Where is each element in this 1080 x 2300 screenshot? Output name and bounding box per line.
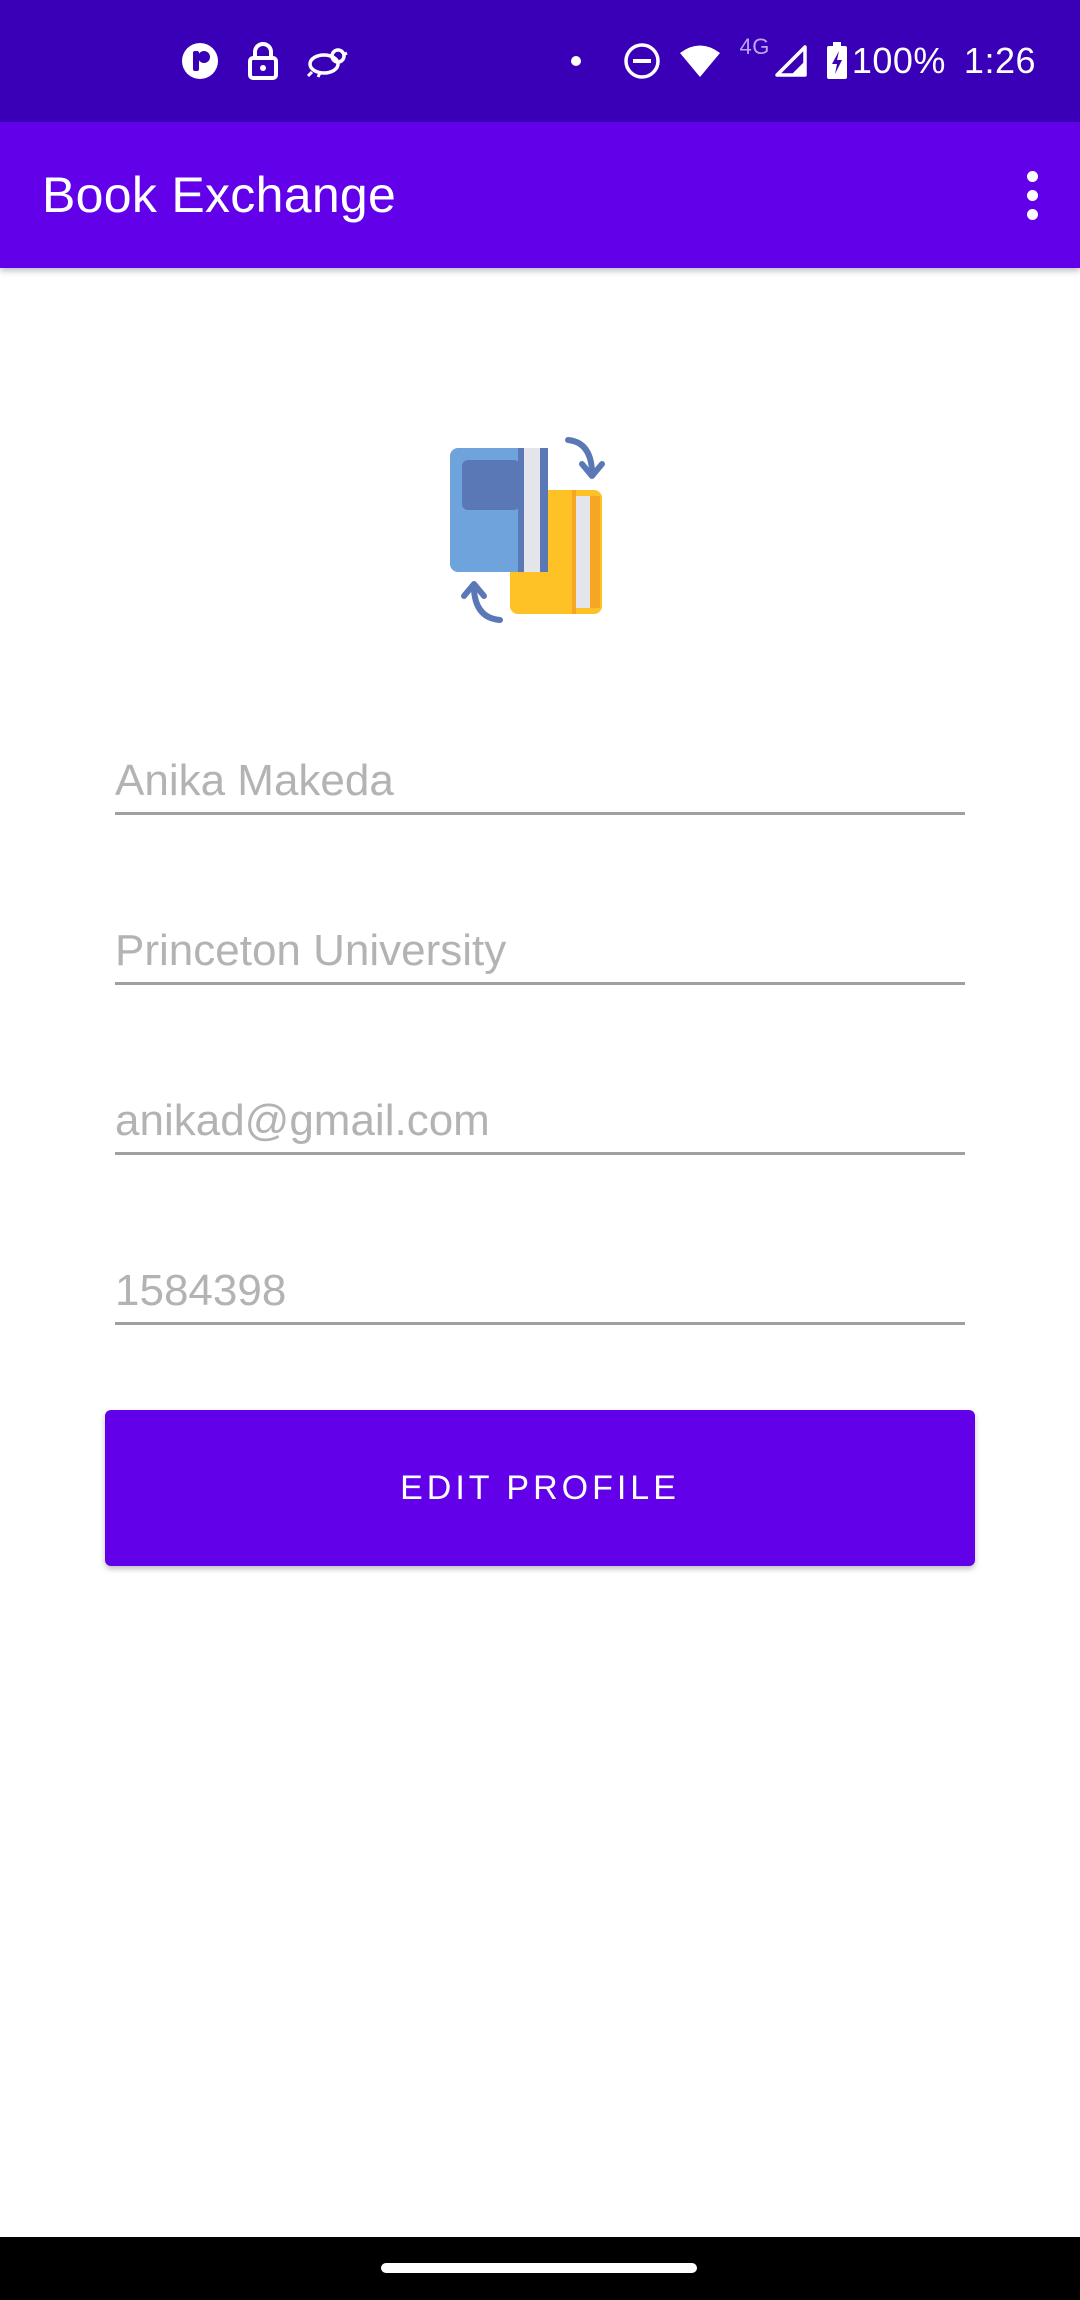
more-vert-icon[interactable] xyxy=(1002,158,1062,232)
status-bar-right-icons: 4G 100% 1:26 xyxy=(569,34,1036,86)
wifi-icon xyxy=(679,44,721,78)
clock: 1:26 xyxy=(963,40,1036,81)
status-bar: 4G 100% 1:26 xyxy=(0,0,1080,122)
overflow-dot xyxy=(1026,208,1038,220)
email-field[interactable] xyxy=(115,1072,965,1155)
cell-signal-icon xyxy=(774,44,808,78)
battery-percent: 100% xyxy=(851,40,946,81)
overflow-dot xyxy=(1026,189,1038,201)
status-bar-left-icons xyxy=(180,40,348,82)
navigation-bar xyxy=(0,2237,1080,2300)
name-input[interactable] xyxy=(115,756,965,806)
university-input[interactable] xyxy=(115,926,965,976)
name-field[interactable] xyxy=(115,732,965,815)
battery-charging-icon xyxy=(826,42,848,80)
email-input[interactable] xyxy=(115,1096,965,1146)
book-exchange-icon xyxy=(440,432,640,632)
app-bar: Book Exchange xyxy=(0,122,1080,268)
network-type-label: 4G xyxy=(739,34,770,59)
id-input[interactable] xyxy=(115,1266,965,1316)
bird-icon xyxy=(306,44,348,78)
overflow-dot xyxy=(1026,170,1038,182)
id-field[interactable] xyxy=(115,1242,965,1325)
university-field[interactable] xyxy=(115,902,965,985)
do-not-disturb-icon xyxy=(623,42,661,80)
notification-app-icon xyxy=(180,41,220,81)
edit-profile-button[interactable]: EDIT PROFILE xyxy=(105,1410,975,1566)
battery-group: 100% xyxy=(826,40,946,82)
home-gesture-handle[interactable] xyxy=(381,2263,697,2273)
dot-icon xyxy=(569,54,583,68)
app-title: Book Exchange xyxy=(42,167,397,223)
lock-icon xyxy=(246,41,280,81)
